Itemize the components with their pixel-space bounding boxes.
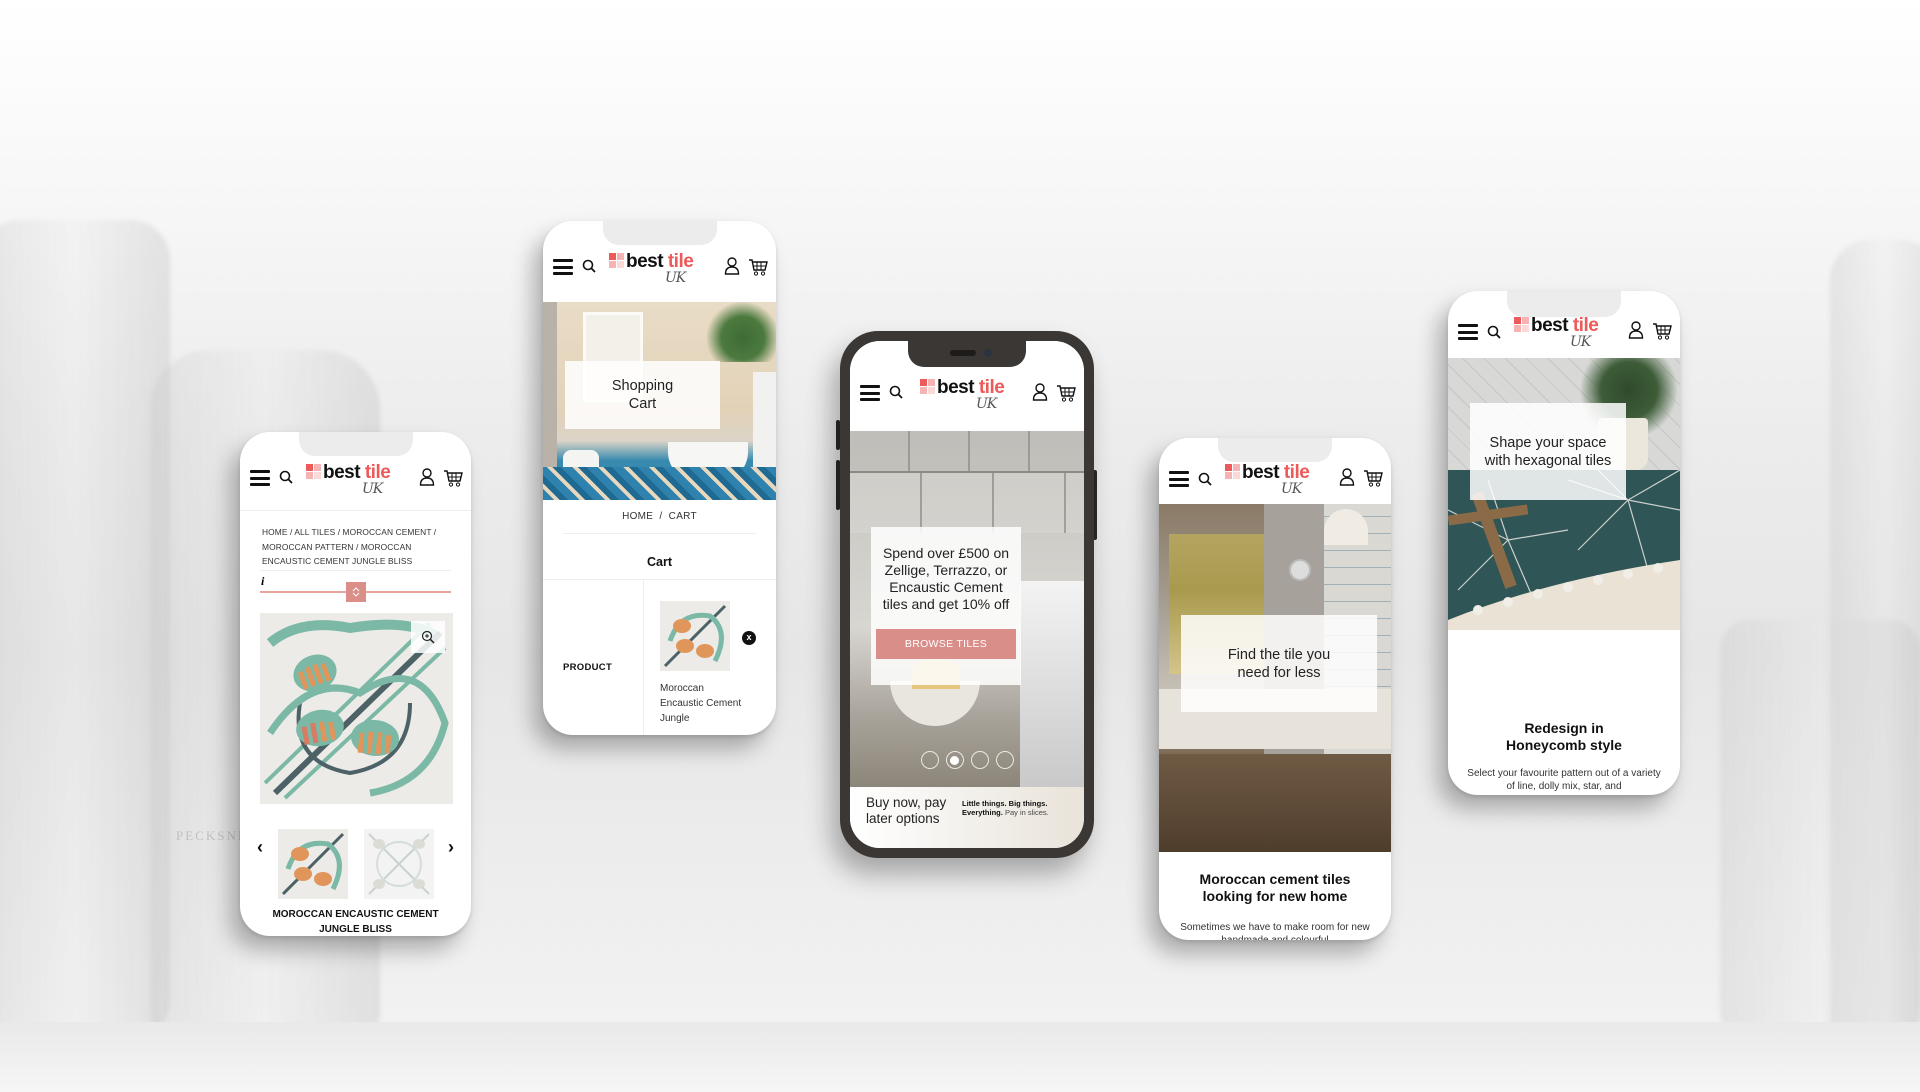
breadcrumb-divider bbox=[563, 533, 756, 534]
carousel-dot[interactable] bbox=[970, 751, 989, 769]
menu-icon[interactable] bbox=[553, 259, 573, 275]
menu-icon[interactable] bbox=[1169, 471, 1189, 487]
brand-logo[interactable]: best tile UK bbox=[1514, 315, 1614, 355]
cart-icon[interactable] bbox=[748, 258, 768, 276]
hero-text: Shape your space with hexagonal tiles bbox=[1484, 434, 1612, 469]
menu-icon[interactable] bbox=[860, 385, 880, 401]
hero-text-card: Find the tile you need for less bbox=[1181, 615, 1377, 712]
search-icon[interactable] bbox=[889, 385, 903, 399]
brand-logo[interactable]: best tile UK bbox=[306, 462, 406, 502]
logo-sub: UK bbox=[362, 481, 383, 497]
phone-product-page: best tile UK HOME / ALL TILES / MOROCCAN… bbox=[240, 432, 471, 936]
hero-title-card: Shopping Cart bbox=[565, 361, 720, 429]
remove-item-button[interactable]: x bbox=[742, 631, 756, 645]
user-icon[interactable] bbox=[419, 468, 435, 486]
ad-line-2-bold: Everything. bbox=[962, 808, 1003, 817]
phone-notch bbox=[908, 341, 1026, 367]
ad-line-1: Little things. Big things. bbox=[962, 799, 1048, 808]
phone-home-page: best tile UK Spend over £500 on Zellige,… bbox=[840, 331, 1094, 858]
phone-notch bbox=[1218, 438, 1332, 462]
logo-word-best: best bbox=[626, 251, 664, 272]
phone-notch bbox=[1507, 291, 1621, 317]
logo-word-tile: tile bbox=[1572, 315, 1599, 336]
pay-later-title: Buy now, pay later options bbox=[866, 795, 947, 826]
user-icon[interactable] bbox=[1339, 468, 1355, 486]
breadcrumb[interactable]: HOME / ALL TILES / MOROCCAN CEMENT / MOR… bbox=[262, 525, 453, 569]
logo-word-tile: tile bbox=[667, 251, 694, 272]
section-title: Moroccan cement tiles looking for new ho… bbox=[1199, 871, 1351, 904]
carousel-dot[interactable] bbox=[920, 751, 939, 769]
table-divider bbox=[543, 579, 776, 580]
section-title: Redesign in Honeycomb style bbox=[1506, 720, 1622, 753]
gallery-prev-button[interactable]: ‹ bbox=[257, 837, 263, 858]
ad-line-2-rest: Pay in slices. bbox=[1004, 808, 1049, 817]
brand-logo[interactable]: best tile UK bbox=[1225, 462, 1325, 502]
user-icon[interactable] bbox=[1628, 321, 1644, 339]
product-main-image[interactable] bbox=[260, 613, 453, 804]
search-icon[interactable] bbox=[1487, 325, 1501, 339]
menu-icon[interactable] bbox=[1458, 324, 1478, 340]
cart-item-image[interactable] bbox=[660, 601, 730, 671]
slider-handle[interactable] bbox=[346, 582, 366, 602]
background-bottle-left bbox=[0, 220, 170, 1040]
breadcrumb-divider bbox=[260, 570, 451, 571]
zoom-in-icon[interactable] bbox=[411, 621, 445, 653]
klarna-ad: Little things. Big things. Everything. P… bbox=[962, 799, 1072, 817]
carousel-dots bbox=[850, 751, 1084, 769]
search-icon[interactable] bbox=[279, 470, 293, 484]
pay-later-banner[interactable]: Buy now, pay later options Little things… bbox=[850, 787, 1084, 848]
logo-sub: UK bbox=[1570, 334, 1591, 350]
cart-item-name[interactable]: Moroccan Encaustic Cement Jungle bbox=[660, 681, 742, 726]
header-divider bbox=[240, 510, 471, 511]
hero-title: Shopping Cart bbox=[611, 378, 674, 412]
logo-word-tile: tile bbox=[978, 377, 1005, 398]
section-body: Sometimes we have to make room for new h… bbox=[1180, 922, 1370, 940]
hero-text: Find the tile you need for less bbox=[1227, 646, 1331, 681]
phone-cart-page: best tile UK Shopping Cart HOME / CART C… bbox=[543, 221, 776, 735]
search-icon[interactable] bbox=[1198, 472, 1212, 486]
user-icon[interactable] bbox=[724, 257, 740, 275]
section-body: Select your favourite pattern out of a v… bbox=[1467, 768, 1661, 792]
search-icon[interactable] bbox=[582, 259, 596, 273]
carousel-dot-active[interactable] bbox=[945, 751, 964, 769]
cart-title: Cart bbox=[646, 555, 672, 569]
phone-notch bbox=[298, 432, 413, 456]
promo-text: Spend over £500 on Zellige, Terrazzo, or… bbox=[882, 545, 1010, 612]
logo-word-best: best bbox=[323, 462, 361, 483]
gallery-thumbnail-2[interactable] bbox=[364, 829, 434, 899]
gallery-thumbnail-1[interactable] bbox=[278, 829, 348, 899]
brand-logo[interactable]: best tile UK bbox=[920, 377, 1020, 417]
phone-clearance-page: best tile UK Find the tile you need for … bbox=[1159, 438, 1391, 940]
carousel-dot[interactable] bbox=[995, 751, 1014, 769]
browse-tiles-button[interactable]: BROWSE TILES bbox=[876, 629, 1016, 659]
logo-word-best: best bbox=[1531, 315, 1569, 336]
logo-word-tile: tile bbox=[364, 462, 391, 483]
gallery-next-button[interactable]: › bbox=[448, 837, 454, 858]
phone-notch bbox=[602, 221, 717, 245]
cart-icon[interactable] bbox=[443, 469, 463, 487]
background-bottle-right bbox=[1830, 240, 1920, 1060]
column-label-product: PRODUCT bbox=[563, 662, 613, 673]
logo-sub: UK bbox=[976, 396, 997, 412]
phone-screen: best tile UK Spend over £500 on Zellige,… bbox=[850, 341, 1084, 848]
menu-icon[interactable] bbox=[250, 470, 270, 486]
breadcrumb[interactable]: HOME / CART bbox=[543, 511, 776, 522]
logo-word-best: best bbox=[937, 377, 975, 398]
brand-logo[interactable]: best tile UK bbox=[609, 251, 709, 291]
logo-sub: UK bbox=[1281, 481, 1302, 497]
user-icon[interactable] bbox=[1032, 383, 1048, 401]
product-title: MOROCCAN ENCAUSTIC CEMENT JUNGLE BLISS bbox=[272, 909, 439, 935]
cart-icon[interactable] bbox=[1652, 322, 1672, 340]
hero-text-card: Shape your space with hexagonal tiles bbox=[1470, 403, 1626, 500]
background-shelf bbox=[0, 1022, 1920, 1092]
phone-hexagon-page: best tile UK Shape your space with hexag… bbox=[1448, 291, 1680, 795]
logo-sub: UK bbox=[665, 270, 686, 286]
info-label: i bbox=[261, 574, 265, 588]
promo-card: Spend over £500 on Zellige, Terrazzo, or… bbox=[871, 527, 1021, 685]
cart-icon[interactable] bbox=[1363, 469, 1383, 487]
logo-word-tile: tile bbox=[1283, 462, 1310, 483]
table-column-divider bbox=[643, 579, 644, 735]
cart-icon[interactable] bbox=[1056, 384, 1076, 402]
logo-word-best: best bbox=[1242, 462, 1280, 483]
